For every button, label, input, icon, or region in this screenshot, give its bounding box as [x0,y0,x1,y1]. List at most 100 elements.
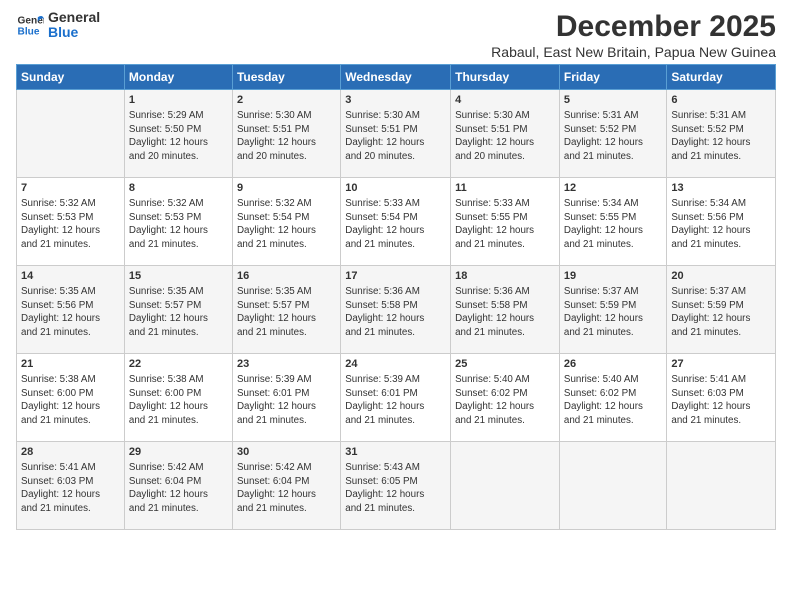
page: General Blue General Blue December 2025 … [0,0,792,612]
calendar-cell: 30Sunrise: 5:42 AM Sunset: 6:04 PM Dayli… [232,442,340,530]
day-number: 12 [564,181,662,196]
cell-content: Sunrise: 5:34 AM Sunset: 5:55 PM Dayligh… [564,197,662,251]
header-day-friday: Friday [559,65,666,90]
calendar-cell: 15Sunrise: 5:35 AM Sunset: 5:57 PM Dayli… [124,266,232,354]
calendar-cell: 1Sunrise: 5:29 AM Sunset: 5:50 PM Daylig… [124,90,232,178]
cell-content: Sunrise: 5:35 AM Sunset: 5:57 PM Dayligh… [237,285,336,339]
day-number: 14 [21,269,120,284]
day-number: 2 [237,93,336,108]
logo: General Blue General Blue [16,10,100,41]
day-number: 16 [237,269,336,284]
cell-content: Sunrise: 5:38 AM Sunset: 6:00 PM Dayligh… [129,373,228,427]
day-number: 30 [237,445,336,460]
calendar-cell: 4Sunrise: 5:30 AM Sunset: 5:51 PM Daylig… [451,90,560,178]
cell-content: Sunrise: 5:41 AM Sunset: 6:03 PM Dayligh… [671,373,771,427]
calendar-cell: 21Sunrise: 5:38 AM Sunset: 6:00 PM Dayli… [17,354,125,442]
cell-content: Sunrise: 5:39 AM Sunset: 6:01 PM Dayligh… [345,373,446,427]
calendar-cell: 26Sunrise: 5:40 AM Sunset: 6:02 PM Dayli… [559,354,666,442]
cell-content: Sunrise: 5:32 AM Sunset: 5:54 PM Dayligh… [237,197,336,251]
cell-content: Sunrise: 5:43 AM Sunset: 6:05 PM Dayligh… [345,461,446,515]
calendar-cell: 8Sunrise: 5:32 AM Sunset: 5:53 PM Daylig… [124,178,232,266]
logo-line2: Blue [48,25,100,40]
day-number: 15 [129,269,228,284]
day-number: 31 [345,445,446,460]
calendar-cell: 9Sunrise: 5:32 AM Sunset: 5:54 PM Daylig… [232,178,340,266]
calendar-cell: 14Sunrise: 5:35 AM Sunset: 5:56 PM Dayli… [17,266,125,354]
logo-line1: General [48,10,100,25]
week-row-1: 1Sunrise: 5:29 AM Sunset: 5:50 PM Daylig… [17,90,776,178]
day-number: 23 [237,357,336,372]
cell-content: Sunrise: 5:31 AM Sunset: 5:52 PM Dayligh… [671,109,771,163]
day-number: 3 [345,93,446,108]
cell-content: Sunrise: 5:31 AM Sunset: 5:52 PM Dayligh… [564,109,662,163]
day-number: 25 [455,357,555,372]
day-number: 1 [129,93,228,108]
calendar-cell [559,442,666,530]
cell-content: Sunrise: 5:30 AM Sunset: 5:51 PM Dayligh… [237,109,336,163]
calendar-cell: 3Sunrise: 5:30 AM Sunset: 5:51 PM Daylig… [341,90,451,178]
cell-content: Sunrise: 5:37 AM Sunset: 5:59 PM Dayligh… [564,285,662,339]
day-number: 27 [671,357,771,372]
cell-content: Sunrise: 5:39 AM Sunset: 6:01 PM Dayligh… [237,373,336,427]
calendar-cell: 31Sunrise: 5:43 AM Sunset: 6:05 PM Dayli… [341,442,451,530]
day-number: 9 [237,181,336,196]
header-day-tuesday: Tuesday [232,65,340,90]
week-row-2: 7Sunrise: 5:32 AM Sunset: 5:53 PM Daylig… [17,178,776,266]
calendar-table: SundayMondayTuesdayWednesdayThursdayFrid… [16,64,776,530]
calendar-cell: 11Sunrise: 5:33 AM Sunset: 5:55 PM Dayli… [451,178,560,266]
calendar-cell: 2Sunrise: 5:30 AM Sunset: 5:51 PM Daylig… [232,90,340,178]
title-block: December 2025 Rabaul, East New Britain, … [491,10,776,60]
week-row-3: 14Sunrise: 5:35 AM Sunset: 5:56 PM Dayli… [17,266,776,354]
subtitle: Rabaul, East New Britain, Papua New Guin… [491,44,776,60]
day-number: 6 [671,93,771,108]
calendar-cell: 29Sunrise: 5:42 AM Sunset: 6:04 PM Dayli… [124,442,232,530]
calendar-cell [17,90,125,178]
day-number: 13 [671,181,771,196]
header-day-thursday: Thursday [451,65,560,90]
day-number: 17 [345,269,446,284]
cell-content: Sunrise: 5:32 AM Sunset: 5:53 PM Dayligh… [21,197,120,251]
cell-content: Sunrise: 5:42 AM Sunset: 6:04 PM Dayligh… [129,461,228,515]
day-number: 5 [564,93,662,108]
day-number: 7 [21,181,120,196]
logo-icon: General Blue [16,11,44,39]
day-number: 11 [455,181,555,196]
calendar-cell: 7Sunrise: 5:32 AM Sunset: 5:53 PM Daylig… [17,178,125,266]
day-number: 26 [564,357,662,372]
cell-content: Sunrise: 5:36 AM Sunset: 5:58 PM Dayligh… [455,285,555,339]
day-number: 28 [21,445,120,460]
cell-content: Sunrise: 5:34 AM Sunset: 5:56 PM Dayligh… [671,197,771,251]
calendar-cell: 19Sunrise: 5:37 AM Sunset: 5:59 PM Dayli… [559,266,666,354]
cell-content: Sunrise: 5:37 AM Sunset: 5:59 PM Dayligh… [671,285,771,339]
calendar-cell: 22Sunrise: 5:38 AM Sunset: 6:00 PM Dayli… [124,354,232,442]
day-number: 29 [129,445,228,460]
day-number: 20 [671,269,771,284]
day-number: 21 [21,357,120,372]
cell-content: Sunrise: 5:36 AM Sunset: 5:58 PM Dayligh… [345,285,446,339]
calendar-cell: 17Sunrise: 5:36 AM Sunset: 5:58 PM Dayli… [341,266,451,354]
cell-content: Sunrise: 5:32 AM Sunset: 5:53 PM Dayligh… [129,197,228,251]
day-number: 10 [345,181,446,196]
calendar-cell: 10Sunrise: 5:33 AM Sunset: 5:54 PM Dayli… [341,178,451,266]
main-title: December 2025 [491,10,776,44]
cell-content: Sunrise: 5:33 AM Sunset: 5:54 PM Dayligh… [345,197,446,251]
cell-content: Sunrise: 5:40 AM Sunset: 6:02 PM Dayligh… [455,373,555,427]
calendar-cell [667,442,776,530]
calendar-cell: 5Sunrise: 5:31 AM Sunset: 5:52 PM Daylig… [559,90,666,178]
day-number: 8 [129,181,228,196]
cell-content: Sunrise: 5:30 AM Sunset: 5:51 PM Dayligh… [455,109,555,163]
day-number: 19 [564,269,662,284]
day-number: 22 [129,357,228,372]
cell-content: Sunrise: 5:41 AM Sunset: 6:03 PM Dayligh… [21,461,120,515]
day-number: 18 [455,269,555,284]
cell-content: Sunrise: 5:42 AM Sunset: 6:04 PM Dayligh… [237,461,336,515]
header-day-sunday: Sunday [17,65,125,90]
calendar-cell [451,442,560,530]
svg-text:Blue: Blue [18,27,40,38]
cell-content: Sunrise: 5:35 AM Sunset: 5:56 PM Dayligh… [21,285,120,339]
cell-content: Sunrise: 5:40 AM Sunset: 6:02 PM Dayligh… [564,373,662,427]
calendar-cell: 6Sunrise: 5:31 AM Sunset: 5:52 PM Daylig… [667,90,776,178]
header: General Blue General Blue December 2025 … [16,10,776,60]
cell-content: Sunrise: 5:30 AM Sunset: 5:51 PM Dayligh… [345,109,446,163]
calendar-cell: 25Sunrise: 5:40 AM Sunset: 6:02 PM Dayli… [451,354,560,442]
